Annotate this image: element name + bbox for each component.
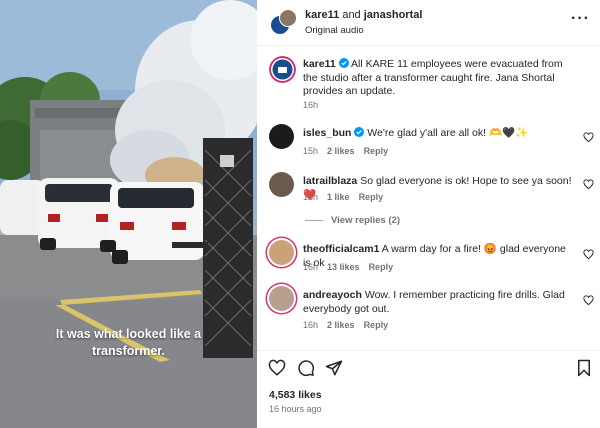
author-link-kare11[interactable]: kare11 (305, 9, 339, 21)
avatar[interactable] (269, 124, 294, 149)
caption-time: 16h (303, 100, 319, 110)
audio-link[interactable]: Original audio (305, 25, 364, 36)
caption-username[interactable]: kare11 (303, 58, 336, 70)
comment-username[interactable]: latrailblaza (303, 175, 357, 187)
comment-username[interactable]: theofficialcam1 (303, 243, 379, 255)
comment-time: 16h (303, 262, 319, 272)
author-link-janashortal[interactable]: janashortal (364, 9, 423, 21)
action-bar (257, 356, 600, 380)
avatar[interactable] (269, 240, 294, 265)
comment-likes[interactable]: 2 likes (327, 146, 355, 156)
collab-avatars[interactable] (270, 9, 298, 37)
verified-icon (354, 127, 365, 137)
comment-meta: 15h 2 likes Reply (303, 146, 397, 156)
heart-icon[interactable] (583, 295, 594, 306)
comment-meta: 16h 2 likes Reply (303, 320, 397, 330)
avatar[interactable] (269, 172, 294, 197)
caption-meta: 16h (303, 100, 327, 110)
comment-icon[interactable] (297, 359, 315, 377)
bookmark-icon[interactable] (576, 359, 592, 377)
heart-icon[interactable] (583, 179, 594, 190)
avatar (279, 9, 297, 27)
video-frame (0, 0, 257, 428)
comment-time: 13h (303, 192, 319, 202)
avatar[interactable] (269, 286, 294, 311)
comment-likes[interactable]: 2 likes (327, 320, 355, 330)
comment-likes[interactable]: 13 likes (327, 262, 360, 272)
reply-button[interactable]: Reply (364, 320, 389, 330)
comment-meta: 13h 1 like Reply (303, 192, 392, 202)
comment-username[interactable]: andreayoch (303, 289, 362, 301)
reply-button[interactable]: Reply (364, 146, 389, 156)
instagram-post-view: It was what looked like a transformer. k… (0, 0, 600, 428)
comment-text: andreayoch Wow. I remember practicing fi… (303, 289, 576, 316)
comment-meta: 16h 13 likes Reply (303, 262, 402, 272)
caption-text: kare11 All KARE 11 employees were evacua… (303, 58, 576, 99)
likes-count[interactable]: 4,583 likes (269, 389, 322, 401)
more-icon[interactable]: ··· (571, 10, 590, 28)
view-replies-button[interactable]: View replies (2) (305, 215, 400, 226)
post-video[interactable]: It was what looked like a transformer. (0, 0, 257, 428)
post-timestamp: 16 hours ago (269, 404, 322, 414)
post-detail-panel: kare11 and janashortal Original audio ··… (257, 0, 600, 428)
replies-divider (305, 219, 323, 221)
comment-body: We're glad y'all are all ok! 🫶🖤✨ (367, 127, 529, 139)
verified-icon (338, 58, 349, 68)
reply-button[interactable]: Reply (359, 192, 384, 202)
view-replies-label: View replies (2) (331, 215, 400, 226)
video-caption: It was what looked like a transformer. (0, 326, 257, 360)
avatar[interactable] (269, 56, 296, 83)
comment-username[interactable]: isles_bun (303, 127, 351, 139)
heart-icon[interactable] (583, 132, 594, 143)
heart-icon[interactable] (583, 249, 594, 260)
authors-joiner: and (339, 9, 364, 21)
comment-time: 16h (303, 320, 319, 330)
heart-icon[interactable] (268, 359, 286, 377)
comment-likes[interactable]: 1 like (327, 192, 350, 202)
caption-line-1: It was what looked like a (55, 327, 202, 341)
actions-divider (257, 350, 600, 351)
caption-line-2: transformer. (92, 344, 165, 358)
post-header: kare11 and janashortal Original audio ··… (257, 0, 600, 46)
comment-text: isles_bun We're glad y'all are all ok! 🫶… (303, 127, 576, 141)
share-icon[interactable] (325, 359, 343, 377)
reply-button[interactable]: Reply (369, 262, 394, 272)
post-authors: kare11 and janashortal (305, 9, 422, 21)
comment-time: 15h (303, 146, 319, 156)
